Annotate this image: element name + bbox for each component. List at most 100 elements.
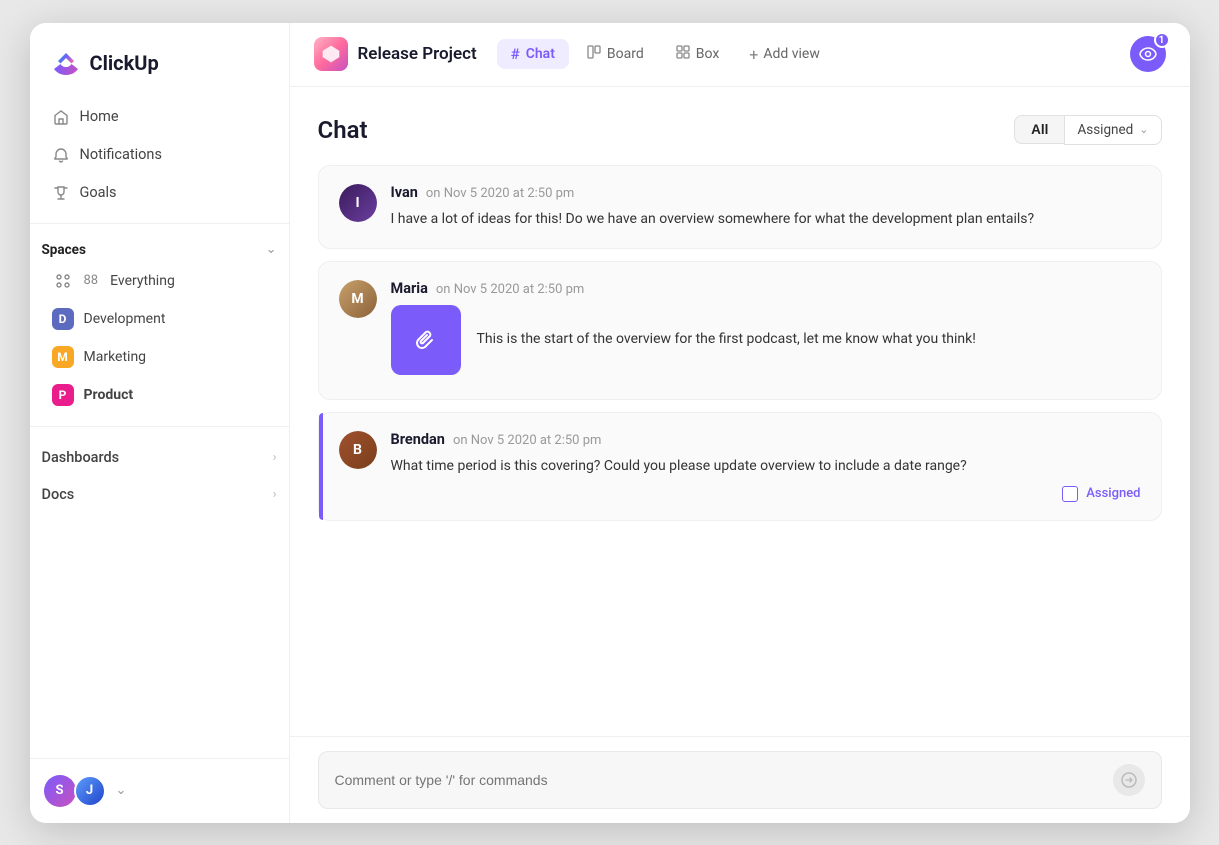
message-author: Brendan <box>391 431 445 448</box>
dropdown-arrow-icon: ⌄ <box>1139 123 1148 136</box>
message-content: Ivan on Nov 5 2020 at 2:50 pm I have a l… <box>391 184 1141 231</box>
sidebar: ClickUp Home Notific <box>30 23 290 823</box>
tab-board[interactable]: Board <box>573 39 658 69</box>
sidebar-item-notifications[interactable]: Notifications <box>42 137 277 173</box>
project-title: Release Project <box>358 44 477 64</box>
filter-assigned-label: Assigned <box>1077 122 1133 138</box>
avatar-user-s[interactable]: S <box>44 775 76 807</box>
marketing-badge: M <box>52 346 74 368</box>
board-icon <box>587 45 601 63</box>
dashboards-label: Dashboards <box>42 449 120 466</box>
message-meta: Brendan on Nov 5 2020 at 2:50 pm <box>391 431 1141 448</box>
sidebar-logo: ClickUp <box>30 23 289 99</box>
goals-label: Goals <box>80 184 117 201</box>
main-content: Release Project # Chat Board <box>290 23 1190 823</box>
attachment-box: This is the start of the overview for th… <box>391 305 1141 375</box>
chevron-down-icon: ⌄ <box>266 242 277 257</box>
assigned-row: Assigned <box>391 486 1141 502</box>
app-container: ClickUp Home Notific <box>30 23 1190 823</box>
chat-filters: All Assigned ⌄ <box>1014 115 1161 145</box>
message-text: I have a lot of ideas for this! Do we ha… <box>391 209 1141 231</box>
marketing-label: Marketing <box>84 349 147 365</box>
message-author: Ivan <box>391 184 418 201</box>
message-author: Maria <box>391 280 428 297</box>
assigned-checkbox[interactable] <box>1062 486 1078 502</box>
filter-all-button[interactable]: All <box>1014 115 1064 144</box>
chat-header: Chat All Assigned ⌄ <box>318 115 1162 145</box>
bell-icon <box>52 146 70 164</box>
tab-box[interactable]: Box <box>662 39 734 69</box>
message-text: What time period is this covering? Could… <box>391 456 1141 478</box>
sidebar-item-docs[interactable]: Docs › <box>30 476 289 513</box>
footer-chevron-icon[interactable]: ⌄ <box>116 783 127 798</box>
avatar-ivan: I <box>339 184 377 222</box>
app-name: ClickUp <box>90 51 159 75</box>
tab-chat[interactable]: # Chat <box>497 39 569 69</box>
send-button[interactable] <box>1113 764 1145 796</box>
message-content: Brendan on Nov 5 2020 at 2:50 pm What ti… <box>391 431 1141 502</box>
sidebar-item-development[interactable]: D Development <box>42 300 277 338</box>
comment-input-area <box>318 751 1162 809</box>
comment-box <box>290 736 1190 823</box>
hash-icon: # <box>511 45 520 63</box>
avatar-brendan: B <box>339 431 377 469</box>
development-label: Development <box>84 311 166 327</box>
message-time: on Nov 5 2020 at 2:50 pm <box>436 282 584 297</box>
home-icon <box>52 108 70 126</box>
attachment-icon[interactable] <box>391 305 461 375</box>
message-time: on Nov 5 2020 at 2:50 pm <box>426 186 574 201</box>
assigned-label: Assigned <box>1086 486 1140 501</box>
spaces-label: Spaces <box>42 242 86 258</box>
chevron-right-icon: › <box>273 450 277 465</box>
box-grid-icon <box>676 45 690 63</box>
trophy-icon <box>52 184 70 202</box>
project-icon <box>314 37 348 71</box>
everything-icon <box>52 270 74 292</box>
filter-assigned-dropdown[interactable]: Assigned ⌄ <box>1064 115 1161 145</box>
watch-button[interactable]: 1 <box>1130 36 1166 72</box>
tab-box-label: Box <box>696 46 720 62</box>
chat-area: Chat All Assigned ⌄ I <box>290 87 1190 736</box>
sidebar-item-dashboards[interactable]: Dashboards › <box>30 439 289 476</box>
header-tabs: # Chat Board <box>497 39 1130 70</box>
tab-chat-label: Chat <box>526 46 555 62</box>
sidebar-navigation: Home Notifications Goals <box>30 99 289 211</box>
chevron-right-icon-2: › <box>273 487 277 502</box>
product-label: Product <box>84 387 134 403</box>
clickup-logo-icon <box>50 47 82 79</box>
sidebar-divider-2 <box>30 426 289 427</box>
message-card: B Brendan on Nov 5 2020 at 2:50 pm What … <box>318 412 1162 521</box>
sidebar-footer: S J ⌄ <box>30 758 289 823</box>
comment-input[interactable] <box>335 772 1113 788</box>
add-view-button[interactable]: + Add view <box>737 39 832 70</box>
messages-list: I Ivan on Nov 5 2020 at 2:50 pm I have a… <box>318 165 1162 736</box>
message-card: M Maria on Nov 5 2020 at 2:50 pm <box>318 261 1162 400</box>
development-badge: D <box>52 308 74 330</box>
page-header: Release Project # Chat Board <box>290 23 1190 87</box>
sidebar-item-goals[interactable]: Goals <box>42 175 277 211</box>
watch-badge: 1 <box>1154 32 1170 48</box>
sidebar-item-everything[interactable]: 88 Everything <box>42 262 277 300</box>
spaces-header[interactable]: Spaces ⌄ <box>30 236 289 262</box>
home-label: Home <box>80 108 119 125</box>
everything-count: 88 <box>84 273 99 288</box>
plus-icon: + <box>749 45 758 64</box>
attachment-text: This is the start of the overview for th… <box>477 329 976 351</box>
chat-title: Chat <box>318 116 368 144</box>
add-view-label: Add view <box>763 46 820 62</box>
everything-label: Everything <box>110 273 175 289</box>
avatar-user-j[interactable]: J <box>74 775 106 807</box>
message-time: on Nov 5 2020 at 2:50 pm <box>453 433 601 448</box>
notifications-label: Notifications <box>80 146 162 163</box>
message-content: Maria on Nov 5 2020 at 2:50 pm This is t… <box>391 280 1141 381</box>
message-meta: Maria on Nov 5 2020 at 2:50 pm <box>391 280 1141 297</box>
sidebar-item-marketing[interactable]: M Marketing <box>42 338 277 376</box>
message-meta: Ivan on Nov 5 2020 at 2:50 pm <box>391 184 1141 201</box>
sidebar-divider <box>30 223 289 224</box>
message-card: I Ivan on Nov 5 2020 at 2:50 pm I have a… <box>318 165 1162 250</box>
docs-label: Docs <box>42 486 75 503</box>
sidebar-item-product[interactable]: P Product <box>42 376 277 414</box>
tab-board-label: Board <box>607 46 644 62</box>
sidebar-item-home[interactable]: Home <box>42 99 277 135</box>
product-badge: P <box>52 384 74 406</box>
